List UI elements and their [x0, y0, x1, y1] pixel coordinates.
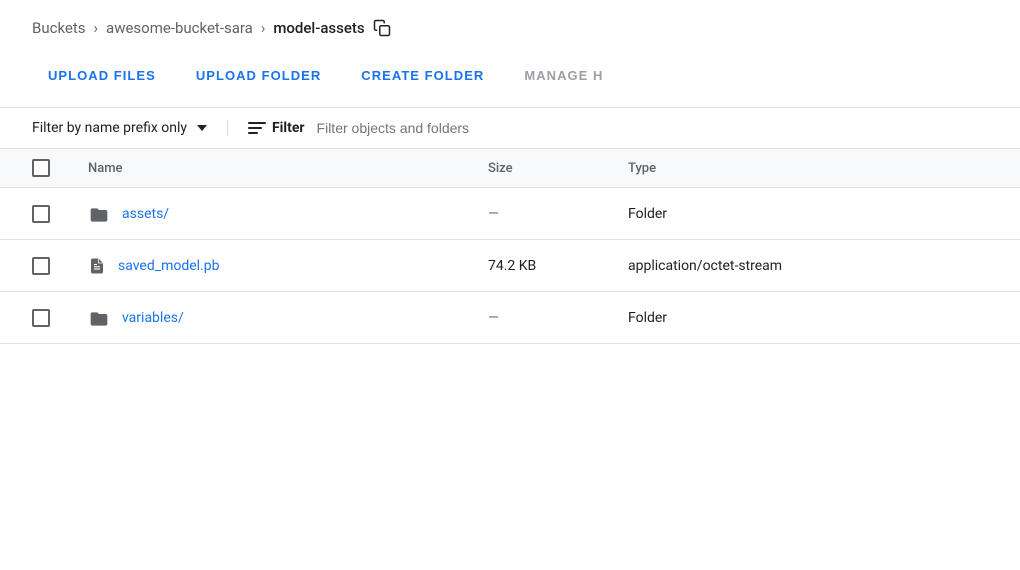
breadcrumb-bucket-name[interactable]: awesome-bucket-sara [106, 19, 253, 37]
table-row: variables/ — Folder [0, 292, 1020, 344]
row-type-cell-2: application/octet-stream [628, 258, 928, 274]
upload-folder-button[interactable]: UPLOAD FOLDER [180, 60, 337, 91]
file-icon-2 [88, 255, 106, 277]
row-size-cell-1: — [488, 206, 628, 222]
filter-input[interactable] [317, 120, 988, 136]
toolbar: UPLOAD FILES UPLOAD FOLDER CREATE FOLDER… [0, 52, 1020, 107]
row-size-cell-3: — [488, 310, 628, 326]
row-checkbox-cell-1 [32, 205, 88, 223]
row-size-cell-2: 74.2 KB [488, 258, 628, 274]
breadcrumb: Buckets › awesome-bucket-sara › model-as… [0, 0, 1020, 52]
upload-files-button[interactable]: UPLOAD FILES [32, 60, 172, 91]
row-name-cell-1: assets/ [88, 205, 488, 223]
breadcrumb-sep-2: › [261, 19, 266, 37]
folder-icon-1 [88, 205, 110, 223]
table-header: Name Size Type [0, 149, 1020, 188]
row-name-3[interactable]: variables/ [122, 310, 184, 326]
filter-lines-icon [248, 122, 266, 134]
row-name-1[interactable]: assets/ [122, 206, 169, 222]
table-row: saved_model.pb 74.2 KB application/octet… [0, 240, 1020, 292]
filter-dropdown-label: Filter by name prefix only [32, 120, 187, 136]
col-size: Size [488, 161, 628, 176]
filter-bar: Filter by name prefix only Filter [0, 108, 1020, 149]
row-checkbox-2[interactable] [32, 257, 50, 275]
col-name: Name [88, 161, 488, 176]
row-name-cell-2: saved_model.pb [88, 255, 488, 277]
row-type-cell-1: Folder [628, 206, 928, 222]
table-row: assets/ — Folder [0, 188, 1020, 240]
chevron-down-icon [197, 125, 207, 131]
col-checkbox [32, 159, 88, 177]
row-checkbox-cell-2 [32, 257, 88, 275]
filter-dropdown[interactable]: Filter by name prefix only [32, 120, 228, 136]
row-checkbox-1[interactable] [32, 205, 50, 223]
breadcrumb-sep-1: › [94, 19, 99, 37]
folder-icon-3 [88, 309, 110, 327]
row-name-2[interactable]: saved_model.pb [118, 258, 219, 274]
copy-path-icon[interactable] [373, 18, 391, 38]
col-type: Type [628, 161, 928, 176]
row-type-cell-3: Folder [628, 310, 928, 326]
create-folder-button[interactable]: CREATE FOLDER [345, 60, 500, 91]
select-all-checkbox[interactable] [32, 159, 50, 177]
row-checkbox-3[interactable] [32, 309, 50, 327]
breadcrumb-current: model-assets [273, 19, 364, 37]
manage-button[interactable]: MANAGE H [508, 60, 619, 91]
breadcrumb-buckets[interactable]: Buckets [32, 19, 86, 37]
filter-button[interactable]: Filter [248, 120, 305, 136]
files-table: Name Size Type assets/ — Folder [0, 149, 1020, 344]
row-name-cell-3: variables/ [88, 309, 488, 327]
filter-button-label: Filter [272, 120, 305, 136]
row-checkbox-cell-3 [32, 309, 88, 327]
